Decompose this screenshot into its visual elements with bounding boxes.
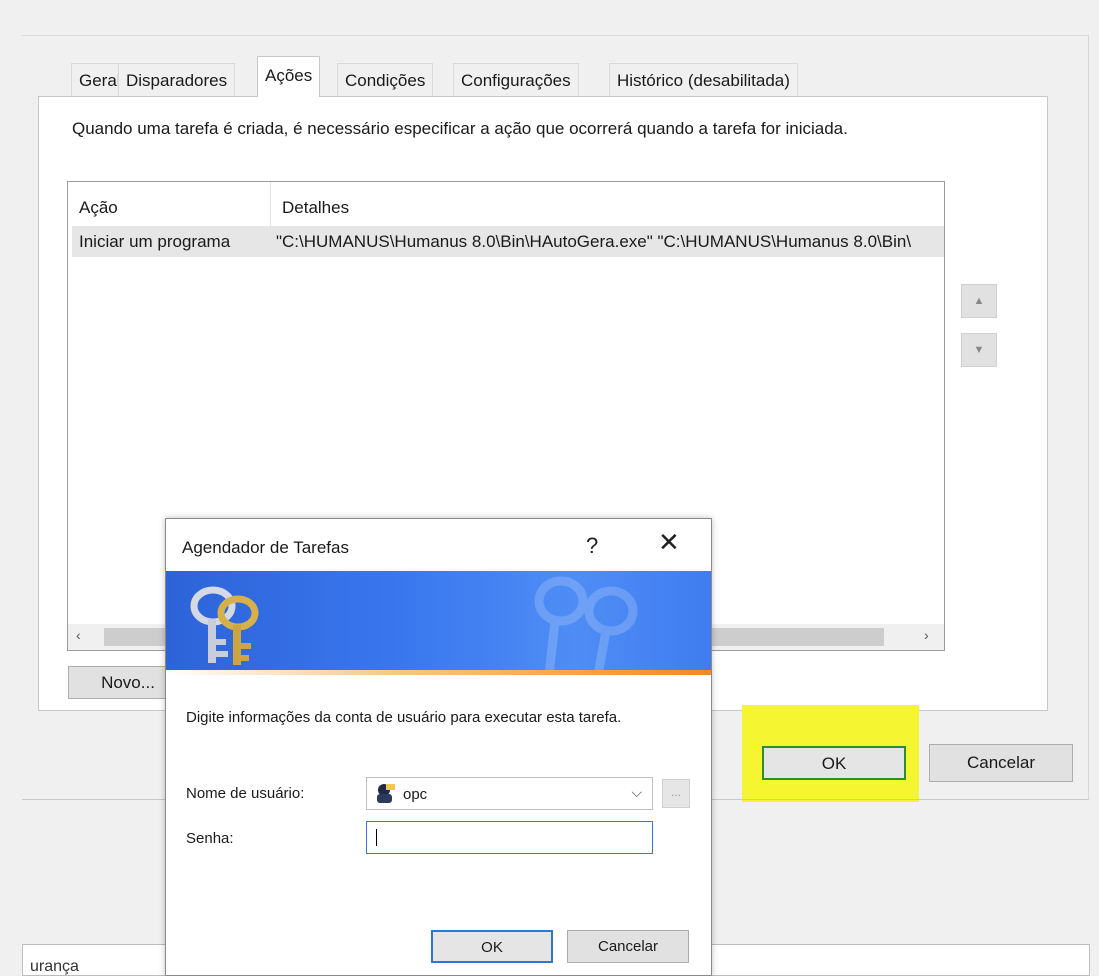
tab-disparadores[interactable]: Disparadores xyxy=(118,63,236,96)
window-background xyxy=(0,0,1099,36)
dialog-body: Digite informações da conta de usuário p… xyxy=(166,675,711,975)
browse-user-button[interactable]: ... xyxy=(662,779,690,808)
dialog-titlebar[interactable]: Agendador de Tarefas ? ✕ xyxy=(166,519,711,571)
actions-description: Quando uma tarefa é criada, é necessário… xyxy=(72,119,848,138)
password-input[interactable] xyxy=(366,821,653,854)
clipped-security-label: urança xyxy=(30,958,79,975)
window-right-border xyxy=(1088,35,1089,800)
keys-icon xyxy=(190,576,638,676)
column-separator[interactable] xyxy=(270,182,271,226)
chevron-down-icon[interactable]: ⌵ xyxy=(631,784,642,801)
column-header-acao[interactable]: Ação xyxy=(79,198,118,218)
tab-condicoes[interactable]: Condições xyxy=(337,63,434,96)
window-top-border xyxy=(22,35,1089,36)
move-down-button[interactable]: ▼ xyxy=(961,333,997,367)
help-icon[interactable]: ? xyxy=(586,533,598,559)
row-action-cell[interactable]: Iniciar um programa xyxy=(79,232,230,252)
tab-acoes[interactable]: Ações xyxy=(257,56,321,97)
tab-historico[interactable]: Histórico (desabilitada) xyxy=(609,63,798,96)
close-icon[interactable]: ✕ xyxy=(658,529,680,555)
password-label: Senha: xyxy=(186,830,234,847)
scroll-left-icon[interactable]: ‹ xyxy=(76,627,81,643)
credentials-dialog: Agendador de Tarefas ? ✕ Digite informaç… xyxy=(165,518,712,976)
move-up-button[interactable]: ▲ xyxy=(961,284,997,318)
dialog-banner xyxy=(166,571,711,676)
arrow-up-icon: ▲ xyxy=(973,295,985,307)
dialog-title: Agendador de Tarefas xyxy=(182,538,349,557)
username-value: opc xyxy=(403,786,428,803)
username-label: Nome de usuário: xyxy=(186,785,305,802)
column-header-detalhes[interactable]: Detalhes xyxy=(282,198,349,218)
arrow-down-icon: ▼ xyxy=(973,344,985,356)
dialog-description: Digite informações da conta de usuário p… xyxy=(186,709,622,726)
scroll-right-icon[interactable]: › xyxy=(924,627,929,643)
username-combobox[interactable]: opc ⌵ xyxy=(366,777,653,810)
user-account-icon xyxy=(377,784,395,803)
dialog-ok-button[interactable]: OK xyxy=(431,930,553,963)
cancel-button[interactable]: Cancelar xyxy=(929,744,1073,782)
text-caret xyxy=(376,829,377,846)
dialog-cancel-button[interactable]: Cancelar xyxy=(567,930,689,963)
tab-configuracoes[interactable]: Configurações xyxy=(453,63,579,96)
ok-button[interactable]: OK xyxy=(762,746,906,780)
row-details-cell[interactable]: "C:\HUMANUS\Humanus 8.0\Bin\HAutoGera.ex… xyxy=(276,232,911,252)
